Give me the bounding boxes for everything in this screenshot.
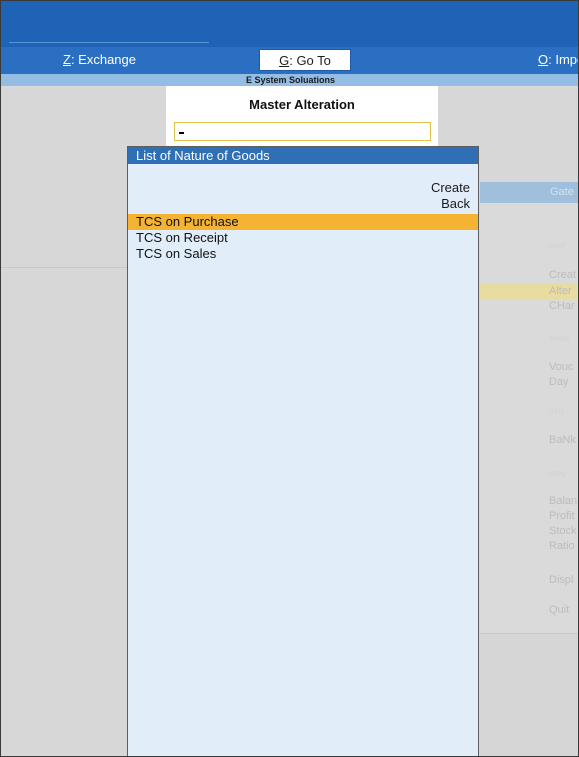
gateway-item-quit[interactable]: Quit xyxy=(549,604,569,616)
go-to-hotkey: G xyxy=(279,53,290,68)
title-bar-divider xyxy=(9,42,209,43)
gateway-section-masters: MAST xyxy=(549,244,566,250)
top-menu-bar: Z: Exchange G: Go To O: Impor xyxy=(1,47,578,74)
master-alteration-title: Master Alteration xyxy=(249,97,355,112)
list-item-tcs-on-sales[interactable]: TCS on Sales xyxy=(128,246,478,262)
gateway-item-stock-summary[interactable]: Stock xyxy=(549,525,577,537)
gateway-title: Gate xyxy=(550,186,574,198)
nature-of-goods-list: TCS on Purchase TCS on Receipt TCS on Sa… xyxy=(128,214,478,262)
gateway-item-vouchers[interactable]: Vouc xyxy=(549,361,573,373)
import-label: : Impor xyxy=(548,52,578,67)
gateway-item-profit-loss[interactable]: Profit xyxy=(549,510,575,522)
gateway-item-balance-sheet[interactable]: Balan xyxy=(549,495,577,507)
exchange-hotkey: Z xyxy=(63,52,71,67)
import-hotkey: O xyxy=(538,52,549,67)
exchange-label: : Exchange xyxy=(70,52,136,67)
company-name: E System Soluations xyxy=(245,75,336,85)
left-divider xyxy=(1,267,129,268)
gateway-header: Gate xyxy=(480,182,578,203)
back-button[interactable]: Back xyxy=(431,196,470,212)
gateway-item-banking[interactable]: BaNk xyxy=(549,434,576,446)
popup-title-bar: List of Nature of Goods xyxy=(128,147,478,164)
gateway-item-ratio-analysis[interactable]: Ratio xyxy=(549,540,575,552)
master-alteration-panel: Master Alteration xyxy=(166,86,438,146)
popup-title: List of Nature of Goods xyxy=(136,148,270,163)
text-cursor xyxy=(179,132,184,134)
gateway-section-utilities: UTILI xyxy=(549,410,564,416)
gateway-item-chart[interactable]: CHar xyxy=(549,300,575,312)
gateway-menu xyxy=(480,203,578,633)
go-to-button[interactable]: G: Go To xyxy=(259,49,351,71)
gateway-item-display[interactable]: Displ xyxy=(549,574,573,586)
tally-window: Z: Exchange G: Go To O: Impor E System S… xyxy=(0,0,579,757)
title-bar xyxy=(1,1,578,47)
go-to-label: : Go To xyxy=(289,53,331,68)
company-bar: E System Soluations xyxy=(1,74,578,86)
gateway-footer-area xyxy=(480,634,578,756)
nature-of-goods-list-popup: List of Nature of Goods Create Back TCS … xyxy=(127,146,479,756)
import-menu[interactable]: O: Impor xyxy=(538,52,578,67)
gateway-item-alter[interactable]: Alter xyxy=(549,285,572,297)
gateway-section-transactions: TRANS xyxy=(549,337,570,343)
create-button[interactable]: Create xyxy=(431,180,470,196)
list-item-tcs-on-receipt[interactable]: TCS on Receipt xyxy=(128,230,478,246)
gateway-item-daybook[interactable]: Day xyxy=(549,376,569,388)
list-item-tcs-on-purchase[interactable]: TCS on Purchase xyxy=(128,214,478,230)
popup-actions: Create Back xyxy=(431,180,470,212)
exchange-menu[interactable]: Z: Exchange xyxy=(63,52,136,67)
gateway-section-reports: REPO xyxy=(549,472,567,478)
gateway-item-create[interactable]: Creat xyxy=(549,269,576,281)
master-name-input[interactable] xyxy=(174,122,431,141)
